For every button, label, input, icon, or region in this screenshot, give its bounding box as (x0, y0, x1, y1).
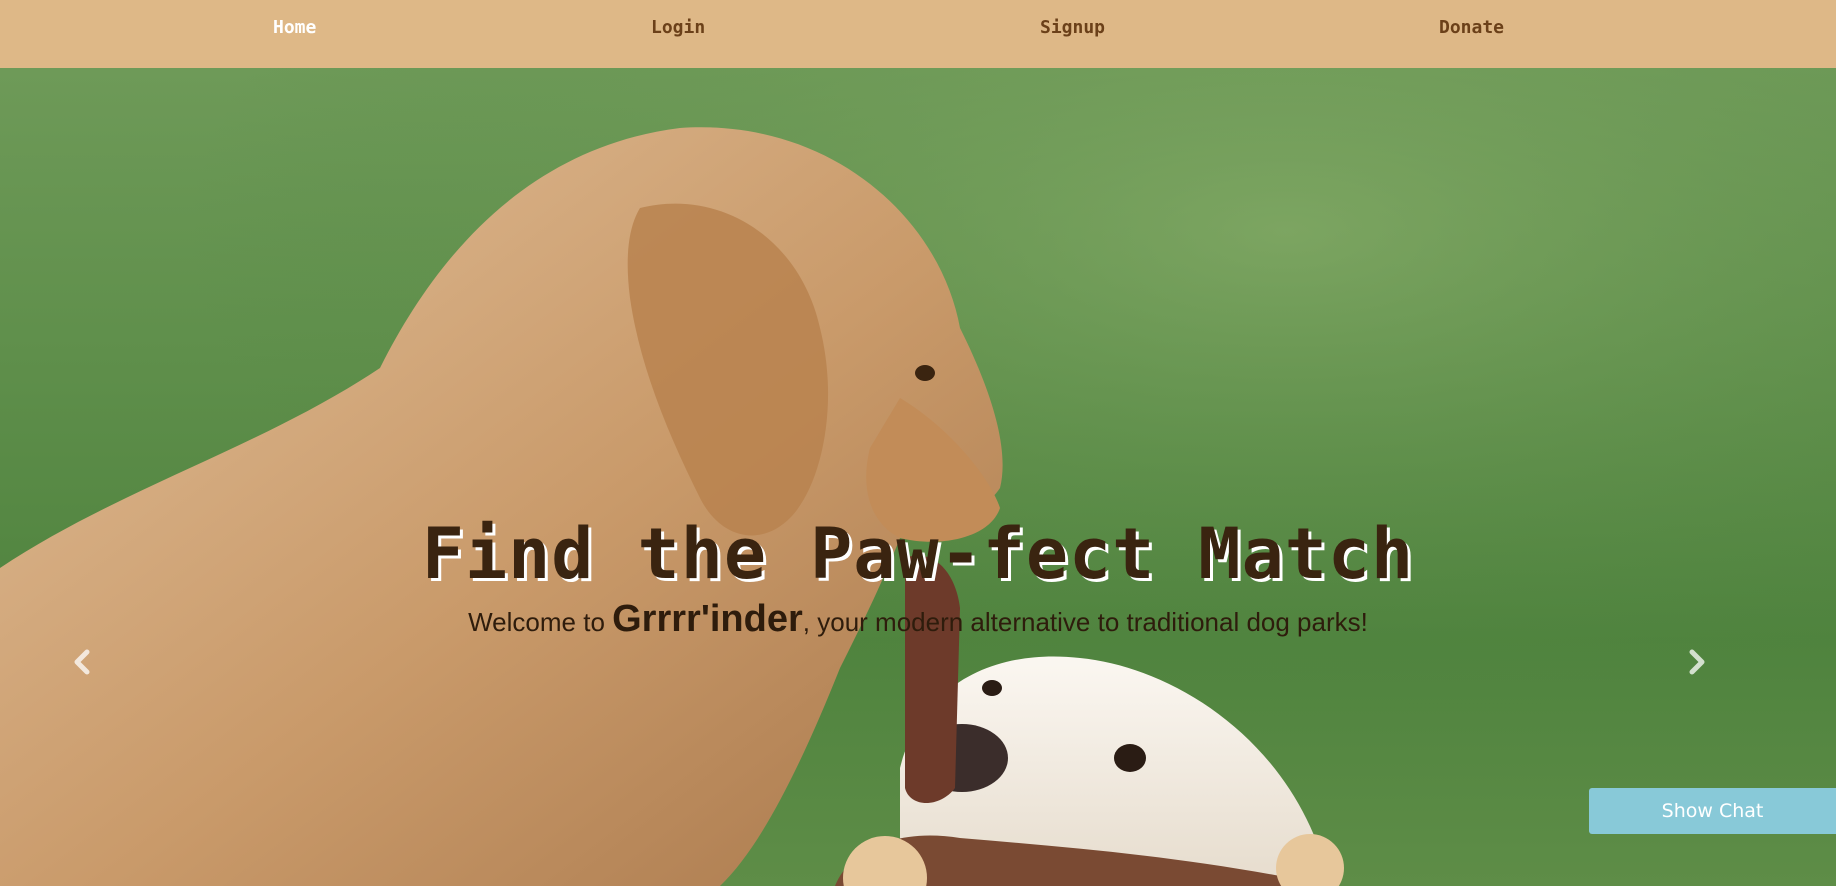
nav-signup-link[interactable]: Signup (1040, 0, 1105, 56)
hero-subtitle: Welcome to Grrrr'inder, your modern alte… (0, 595, 1836, 646)
carousel-prev-button[interactable] (63, 642, 103, 682)
subtitle-suffix: , your modern alternative to traditional… (802, 607, 1368, 637)
carousel-next-button[interactable] (1676, 642, 1716, 682)
chevron-right-icon (1689, 649, 1705, 675)
hero-carousel: Find the Paw-fect Match Welcome to Grrrr… (0, 68, 1836, 886)
subtitle-prefix: Welcome to (468, 607, 613, 637)
nav-donate-link[interactable]: Donate (1439, 0, 1504, 56)
nav-home-link[interactable]: Home (273, 0, 316, 56)
nav-login-link[interactable]: Login (651, 0, 705, 56)
chevron-left-icon (74, 649, 90, 675)
hero-dogs-photo (0, 68, 1836, 886)
show-chat-button[interactable]: Show Chat (1589, 788, 1836, 834)
brand-name: Grrrr'inder (612, 598, 803, 640)
top-navbar: Home Login Signup Donate (0, 0, 1836, 68)
hero-headline: Find the Paw-fect Match (421, 513, 1415, 595)
